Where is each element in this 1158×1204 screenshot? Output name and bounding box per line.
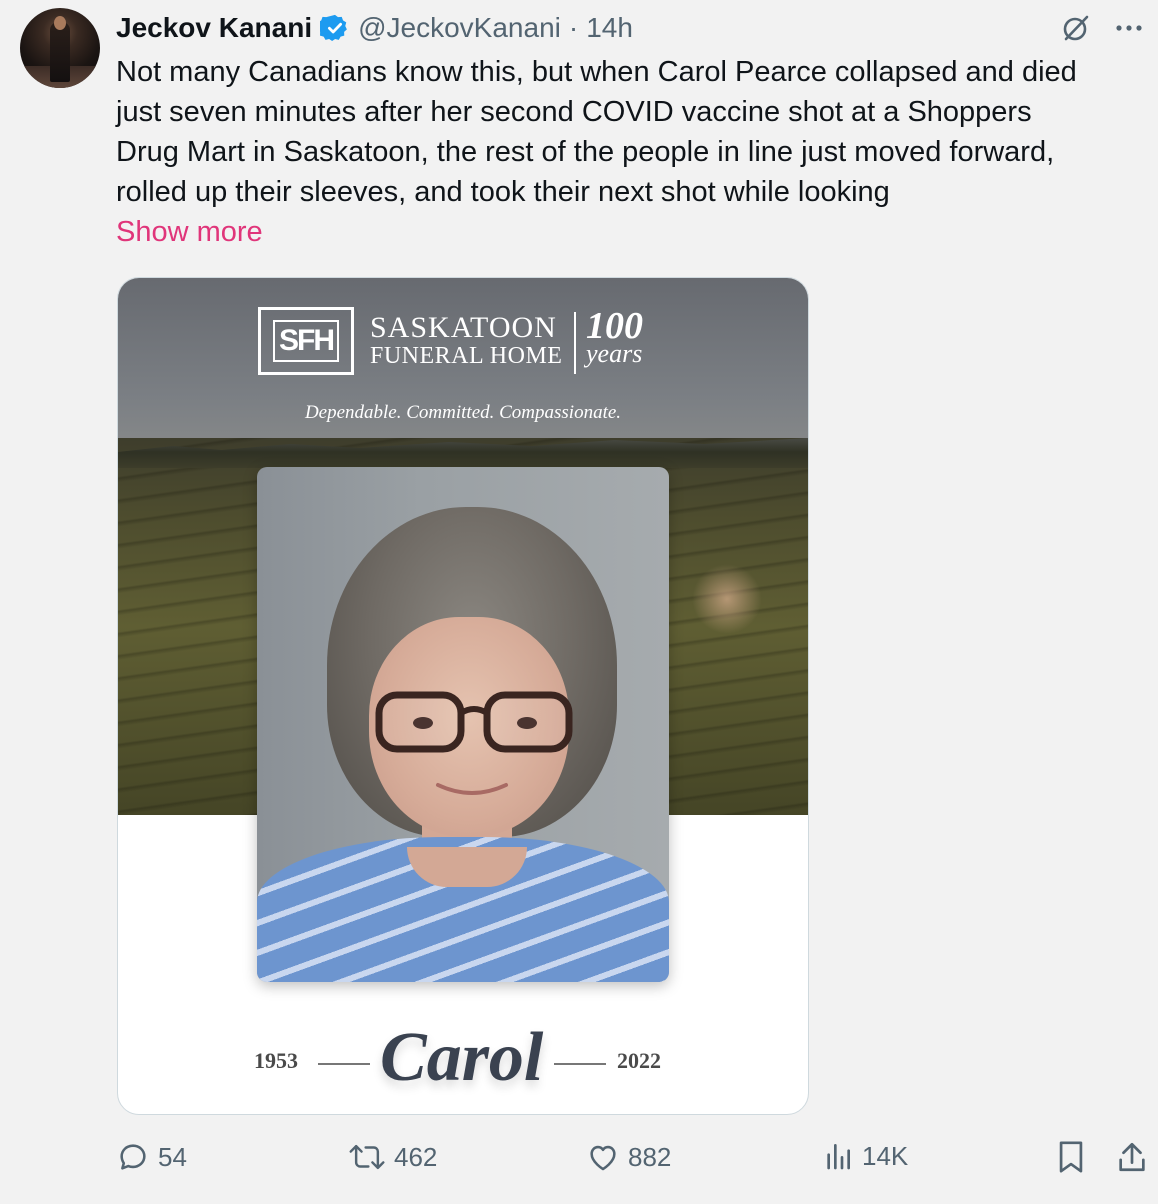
death-year: 2022: [617, 1048, 661, 1073]
reply-icon: [120, 1144, 146, 1170]
repost-icon: [349, 1144, 385, 1170]
logo-years-word: years: [586, 339, 643, 368]
bookmark-icon: [1059, 1141, 1083, 1173]
tweet-line: rolled up their sleeves, and took their …: [116, 176, 890, 208]
lens-flare: [692, 564, 762, 634]
bookmark-button[interactable]: [1056, 1140, 1086, 1174]
logo-name: SASKATOON FUNERAL HOME: [370, 311, 563, 370]
author-handle[interactable]: @JeckovKanani: [358, 12, 561, 44]
first-name: Carol: [380, 1019, 544, 1096]
tagline: Dependable. Committed. Compassionate.: [304, 402, 622, 423]
repost-button[interactable]: 462: [348, 1140, 437, 1174]
avatar[interactable]: [20, 8, 100, 88]
funeral-home-logo: SFH: [258, 307, 354, 375]
divider-line: [318, 1063, 370, 1065]
logo-line1: SASKATOON: [370, 311, 557, 344]
logo-line2: FUNERAL HOME: [370, 343, 563, 369]
views-button[interactable]: 14K: [822, 1140, 908, 1172]
tweet-line: Drug Mart in Saskatoon, the rest of the …: [116, 136, 1055, 168]
glasses: [375, 691, 573, 753]
reply-button[interactable]: 54: [116, 1140, 187, 1174]
timestamp[interactable]: 14h: [586, 12, 633, 44]
birth-year: 1953: [254, 1048, 298, 1073]
grok-icon[interactable]: [1060, 12, 1092, 44]
logo-abbreviation: SFH: [273, 320, 339, 362]
memorial-name-row: 1953 Carol 2022: [118, 1018, 808, 1098]
show-more-link[interactable]: Show more: [116, 212, 263, 252]
separator: ·: [568, 12, 579, 43]
smile: [436, 783, 508, 795]
tweet-header: Jeckov Kanani @JeckovKanani · 14h: [116, 10, 633, 46]
logo-divider: [574, 312, 576, 374]
divider-line: [554, 1063, 606, 1065]
reply-count: 54: [158, 1141, 187, 1172]
like-count: 882: [628, 1141, 672, 1172]
views-count: 14K: [862, 1140, 909, 1171]
logo-years-number: 100: [586, 305, 643, 347]
top-actions: [1060, 12, 1144, 44]
like-icon: [590, 1145, 616, 1171]
views-icon: [827, 1144, 850, 1170]
repost-count: 462: [394, 1141, 438, 1172]
share-button[interactable]: [1116, 1140, 1148, 1174]
more-icon[interactable]: [1114, 13, 1144, 43]
portrait-photo: [257, 467, 669, 982]
media-image[interactable]: SFH SASKATOON FUNERAL HOME 100 years Dep…: [117, 277, 809, 1115]
verified-badge-icon: [320, 14, 347, 41]
tweet-text: Not many Canadians know this, but when C…: [116, 52, 1146, 212]
tweet-line: just seven minutes after her second COVI…: [116, 96, 1032, 128]
like-button[interactable]: 882: [586, 1140, 671, 1174]
author-name[interactable]: Jeckov Kanani: [116, 12, 312, 44]
share-icon: [1119, 1142, 1145, 1172]
logo-years: 100 years: [586, 305, 643, 368]
tweet-line: Not many Canadians know this, but when C…: [116, 56, 1077, 88]
action-bar: 54 462 882 14K: [116, 1140, 1156, 1180]
